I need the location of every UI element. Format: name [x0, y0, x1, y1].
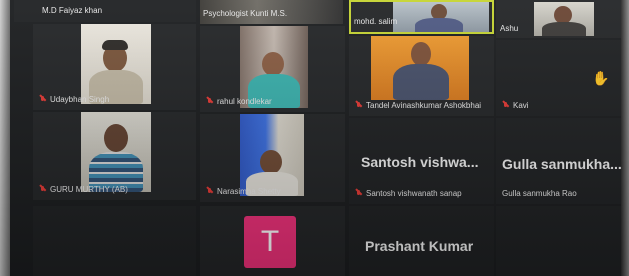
participant-name: mohd. salim: [354, 17, 398, 26]
participant-tile-gulla[interactable]: Gulla sanmukha... Gulla sanmukha Rao: [496, 118, 623, 204]
participant-tile-kavi[interactable]: ✋ Kavi: [496, 40, 623, 116]
mic-off-icon: [355, 102, 362, 109]
participant-tile-tandel[interactable]: Tandel Avinashkumar Ashokbhai: [349, 36, 494, 116]
participant-tile-rahul[interactable]: rahul kondlekar: [200, 26, 345, 112]
participant-name: Gulla sanmukha Rao: [502, 189, 577, 198]
mic-off-icon: [206, 188, 213, 195]
participant-video: [240, 26, 308, 108]
mic-off-icon: [39, 186, 46, 193]
mic-off-icon: [39, 96, 46, 103]
participant-name: Santosh vishwanath sanap: [366, 189, 462, 198]
participant-tile-kunti[interactable]: Psychologist Kunti M.S.: [200, 0, 343, 24]
participant-name: Tandel Avinashkumar Ashokbhai: [366, 101, 482, 110]
participant-video: [534, 2, 594, 36]
raise-hand-icon: ✋: [592, 70, 610, 86]
participant-video: [81, 24, 151, 104]
participant-video: [81, 112, 151, 192]
mic-off-icon: [502, 102, 509, 109]
participant-name: GURU MURTHY (AB): [50, 185, 128, 194]
participant-tile-ashu[interactable]: Ashu: [496, 0, 625, 38]
participant-tile-guru[interactable]: GURU MURTHY (AB): [33, 112, 196, 200]
participant-video: [240, 114, 304, 196]
monitor-bezel-right: [621, 0, 629, 276]
participant-name: M.D Faiyaz khan: [42, 6, 103, 15]
participant-video: [393, 2, 489, 32]
participant-display-name: Prashant Kumar: [365, 238, 474, 254]
participant-tile-narasimha[interactable]: Narasimha Shetty: [200, 114, 345, 202]
participant-tile-blank-right: [496, 206, 623, 276]
participant-name: Udaybhan Singh: [50, 95, 110, 104]
mic-off-icon: [355, 190, 362, 197]
participant-name: Psychologist Kunti M.S.: [203, 9, 288, 18]
participant-name: Narasimha Shetty: [217, 187, 281, 196]
participant-name: Kavi: [513, 101, 529, 110]
participant-display-name: Gulla sanmukha...: [502, 156, 622, 172]
participant-name: rahul kondlekar: [217, 97, 272, 106]
participant-tile-avatar-t[interactable]: T: [200, 206, 345, 276]
mic-off-icon: [206, 98, 213, 105]
participant-tile-blank-left: [33, 206, 196, 276]
participant-name: Ashu: [500, 24, 519, 33]
participant-tile-santosh[interactable]: Santosh vishwa... Santosh vishwanath san…: [349, 118, 494, 204]
participant-video: [371, 36, 469, 100]
participant-tile-udaybhan[interactable]: Udaybhan Singh: [33, 24, 196, 110]
participant-tile-faiyaz[interactable]: M.D Faiyaz khan: [14, 0, 196, 22]
avatar: T: [244, 216, 296, 268]
participant-tile-salim[interactable]: mohd. salim: [349, 0, 494, 34]
monitor-bezel-left: [0, 0, 10, 276]
participant-tile-prashant[interactable]: Prashant Kumar: [349, 206, 494, 276]
participant-display-name: Santosh vishwa...: [361, 154, 479, 170]
